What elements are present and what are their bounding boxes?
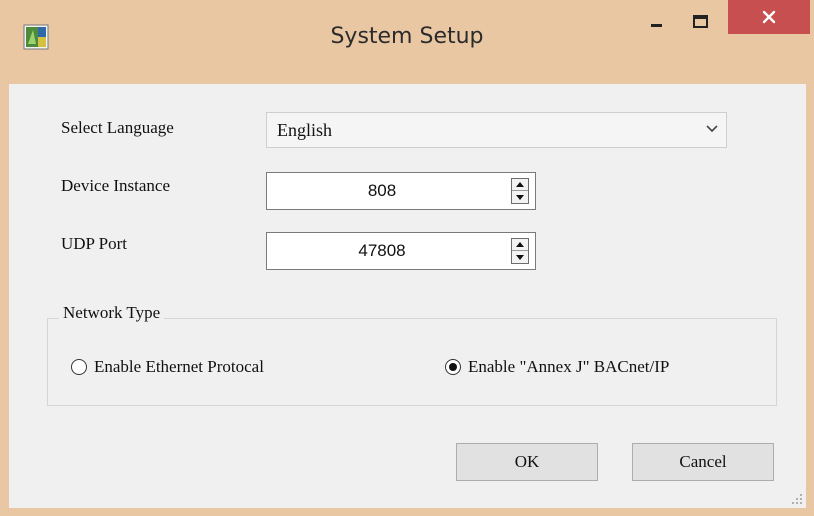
spin-down-button[interactable] <box>512 191 528 203</box>
ethernet-protocol-label: Enable Ethernet Protocal <box>94 357 264 376</box>
radio-button-unchecked[interactable] <box>71 359 87 375</box>
arrow-up-icon <box>516 242 524 247</box>
device-instance-label: Device Instance <box>61 176 171 195</box>
spin-up-button[interactable] <box>512 179 528 191</box>
select-language-label: Select Language <box>61 118 174 137</box>
annex-j-bacnet-ip-radio[interactable]: Enable "Annex J" BACnet/IP <box>445 357 669 377</box>
system-setup-window: System Setup Select Language English Dev… <box>0 0 814 516</box>
minimize-button[interactable] <box>638 2 676 42</box>
udp-port-spinner <box>511 238 529 264</box>
ok-button[interactable]: OK <box>456 443 598 481</box>
device-instance-spinner <box>511 178 529 204</box>
arrow-down-icon <box>516 254 524 260</box>
language-select[interactable]: English <box>266 112 727 148</box>
maximize-icon <box>693 15 708 28</box>
udp-port-field[interactable]: 47808 <box>266 232 536 270</box>
title-bar[interactable]: System Setup <box>0 0 814 84</box>
close-button[interactable] <box>728 0 810 34</box>
spin-up-button[interactable] <box>512 239 528 251</box>
maximize-button[interactable] <box>682 2 720 42</box>
network-type-title: Network Type <box>59 303 165 323</box>
chevron-down-icon <box>706 125 718 133</box>
arrow-down-icon <box>516 194 524 200</box>
ethernet-protocol-radio[interactable]: Enable Ethernet Protocal <box>71 357 264 377</box>
radio-button-checked[interactable] <box>445 359 461 375</box>
spin-down-button[interactable] <box>512 251 528 263</box>
close-icon <box>762 10 776 24</box>
arrow-up-icon <box>516 182 524 187</box>
dialog-body: Select Language English Device Instance … <box>9 84 806 508</box>
udp-port-value: 47808 <box>358 241 406 260</box>
device-instance-value: 808 <box>367 181 397 200</box>
language-select-value: English <box>277 120 333 140</box>
udp-port-label: UDP Port <box>61 234 127 253</box>
resize-grip-icon[interactable] <box>791 493 803 505</box>
minimize-icon <box>651 24 662 27</box>
annex-j-bacnet-ip-label: Enable "Annex J" BACnet/IP <box>468 357 670 376</box>
device-instance-field[interactable]: 808 <box>266 172 536 210</box>
cancel-button[interactable]: Cancel <box>632 443 774 481</box>
